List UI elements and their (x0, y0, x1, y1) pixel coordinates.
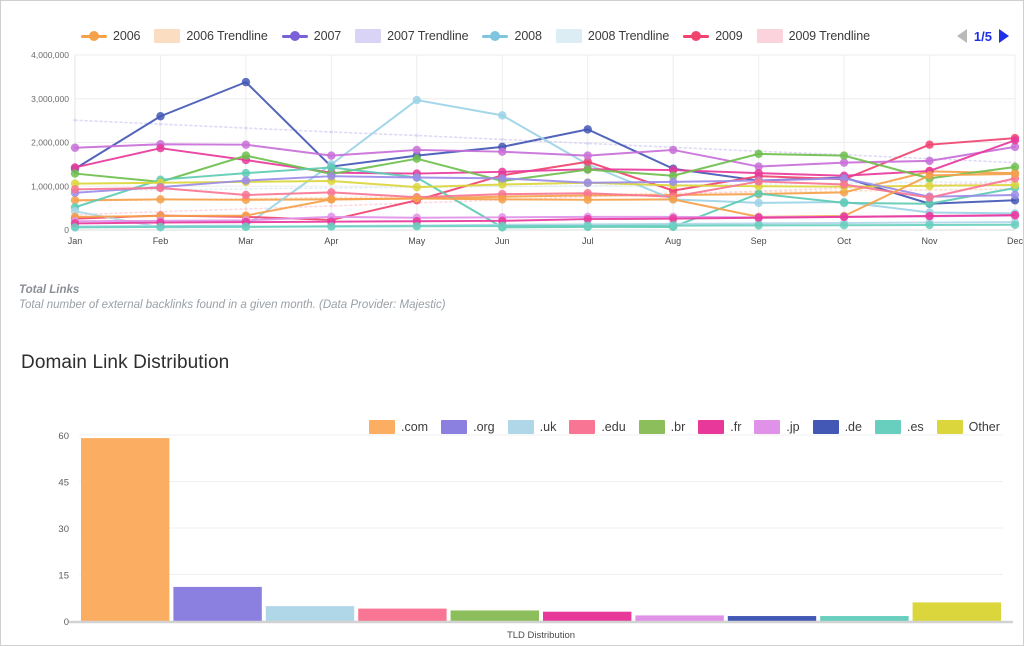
svg-text:15: 15 (58, 571, 69, 582)
line-chart-legend: 2006 2006 Trendline 2007 2007 Trendline 2008… (81, 25, 941, 47)
bar-fr (543, 611, 632, 621)
bar-br (450, 610, 539, 621)
legend-item-2007[interactable]: 2007 (281, 29, 342, 43)
legend-item-label: 2009 Trendline (788, 29, 870, 43)
bar-chart-svg: 0 15 30 45 60 TLD Distribution (58, 431, 1013, 641)
svg-text:1,000,000: 1,000,000 (31, 181, 69, 191)
svg-text:Sep: Sep (751, 236, 767, 246)
svg-text:0: 0 (64, 225, 69, 235)
legend-item-2008[interactable]: 2008 (482, 29, 542, 43)
triangle-left-icon[interactable] (956, 29, 967, 43)
triangle-right-icon[interactable] (999, 29, 1009, 43)
legend-item-label: 2008 (514, 29, 542, 43)
page-title: Domain Link Distribution (21, 352, 230, 373)
chart-pagination[interactable]: 1/5 (956, 25, 1009, 47)
svg-text:Oct: Oct (837, 236, 852, 246)
bar-org (173, 586, 262, 621)
svg-text:Aug: Aug (665, 236, 681, 246)
caption-description: Total number of external backlinks found… (19, 299, 446, 311)
bar-chart-xaxis-label: TLD Distribution (507, 630, 575, 641)
report-page: 2006 2006 Trendline 2007 2007 Trendline 2008… (0, 0, 1024, 646)
bar-com (81, 438, 170, 621)
legend-item-2008-trendline[interactable]: 2008 Trendline (555, 29, 670, 43)
bar-uk (265, 606, 355, 621)
bar-jp (635, 615, 724, 621)
line-series-2008 (70, 95, 1020, 231)
svg-text:Dec: Dec (1007, 236, 1024, 246)
domain-link-distribution-bar-chart[interactable]: 0 15 30 45 60 TLD Distribution (1, 429, 1023, 644)
svg-text:Jul: Jul (582, 236, 594, 246)
svg-text:45: 45 (58, 478, 69, 489)
line-series-2007-trendline (73, 118, 1017, 165)
svg-text:Feb: Feb (153, 236, 169, 246)
legend-swatch-icon (756, 29, 783, 43)
legend-item-label: 2008 Trendline (587, 29, 670, 43)
legend-item-label: 2007 Trendline (387, 29, 469, 43)
legend-line-marker-icon (281, 30, 308, 42)
legend-item-2009[interactable]: 2009 (683, 29, 743, 43)
legend-item-2007-trendline[interactable]: 2007 Trendline (355, 29, 469, 43)
legend-swatch-icon (555, 29, 582, 43)
legend-line-marker-icon (81, 30, 107, 42)
svg-text:Mar: Mar (238, 236, 254, 246)
bar-de (727, 616, 817, 621)
legend-item-label: 2006 Trendline (186, 29, 268, 43)
svg-text:0: 0 (64, 617, 69, 628)
svg-text:3,000,000: 3,000,000 (31, 94, 69, 104)
svg-text:Nov: Nov (922, 236, 939, 246)
svg-text:May: May (408, 236, 426, 246)
svg-text:60: 60 (58, 431, 69, 442)
svg-text:Jan: Jan (68, 236, 83, 246)
bar-other (912, 602, 1001, 621)
legend-item-2009-trendline[interactable]: 2009 Trendline (756, 29, 870, 43)
total-links-line-chart[interactable]: 0 1,000,000 2,000,000 3,000,000 4,000,000 Jan… (1, 47, 1024, 255)
legend-swatch-icon (355, 29, 382, 43)
legend-item-label: 2006 (113, 29, 141, 43)
bar-es (820, 616, 909, 621)
svg-text:4,000,000: 4,000,000 (31, 50, 69, 60)
line-chart-svg: 0 1,000,000 2,000,000 3,000,000 4,000,000 Jan… (31, 50, 1024, 246)
legend-line-marker-icon (482, 30, 509, 42)
legend-line-marker-icon (683, 30, 710, 42)
pagination-count: 1/5 (973, 28, 992, 44)
line-series-2009 (70, 133, 1020, 225)
legend-item-2006-trendline[interactable]: 2006 Trendline (154, 29, 268, 43)
chart-caption: Total Links Total number of external bac… (19, 283, 719, 313)
legend-swatch-icon (154, 29, 181, 43)
svg-text:Jun: Jun (495, 236, 510, 246)
svg-text:2,000,000: 2,000,000 (31, 138, 69, 148)
caption-title: Total Links (19, 284, 80, 296)
svg-text:30: 30 (58, 524, 69, 535)
bar-edu (358, 608, 447, 621)
legend-item-label: 2009 (715, 29, 743, 43)
svg-text:Apr: Apr (324, 236, 338, 246)
legend-item-label: 2007 (313, 29, 342, 43)
legend-item-2006[interactable]: 2006 (81, 29, 141, 43)
